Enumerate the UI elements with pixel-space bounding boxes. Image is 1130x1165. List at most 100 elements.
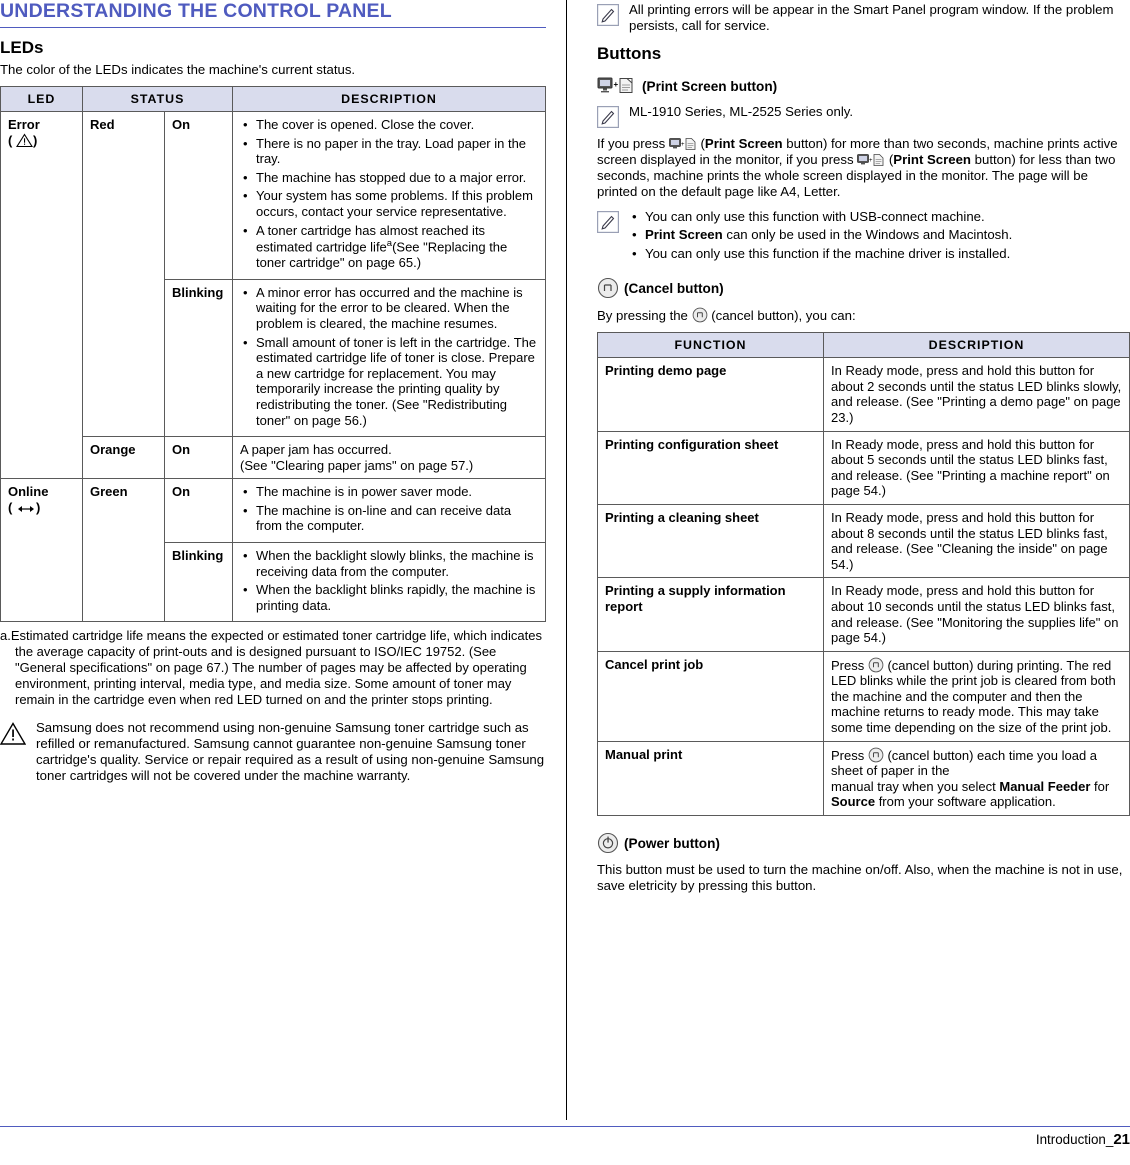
table-row: Orange On A paper jam has occurred. (See…	[1, 436, 546, 480]
print-screen-inline-icon: +	[857, 152, 885, 167]
cancel-function-table: FUNCTION DESCRIPTION Printing demo page …	[597, 332, 1130, 817]
cancel-button-glyph	[597, 278, 619, 299]
cell-status-blinking: Blinking	[164, 278, 233, 438]
cancel-intro-b: (cancel button), you can:	[707, 308, 856, 324]
cell-status-blinking-green: Blinking	[164, 542, 233, 623]
print-screen-paragraph: If you press + (Print Screen button) for…	[597, 136, 1130, 200]
table-header-row: FUNCTION DESCRIPTION	[597, 332, 1130, 359]
desc-bold-1: Manual Feeder	[999, 778, 1091, 794]
bullet-list: The machine is in power saver mode. The …	[240, 484, 538, 534]
list-item: Print Screen can only be used in the Win…	[629, 227, 1012, 243]
led-online-label: Online	[8, 484, 49, 500]
list-item: When the backlight blinks rapidly, the m…	[240, 582, 538, 613]
print-screen-button-label: (Print Screen button)	[642, 78, 778, 94]
cell-status-on: On	[164, 111, 233, 280]
cancel-inline-glyph	[868, 657, 884, 673]
ps-bold-2: Print Screen	[893, 152, 971, 168]
list-item-rest: can only be used in the Windows and Maci…	[722, 227, 1013, 243]
list-item-bold: Print Screen	[645, 227, 723, 243]
list-item: You can only use this function with USB-…	[629, 209, 1012, 225]
warning-triangle-icon: ( )	[8, 132, 38, 148]
desc-a: Press	[831, 657, 868, 673]
cell-led-online: Online ( )	[0, 478, 83, 623]
bullet-list: You can only use this function with USB-…	[629, 209, 1012, 263]
cell-color-orange: Orange	[82, 436, 165, 480]
cell-function-supply-report: Printing a supply information report	[597, 577, 824, 652]
desc-e: from your software application.	[875, 794, 1056, 810]
cancel-intro: By pressing the (cancel button), you can…	[597, 307, 1130, 324]
desc-c: manual tray when you select	[831, 778, 1000, 794]
cell-desc-red-blinking: A minor error has occurred and the machi…	[232, 278, 546, 438]
print-screen-glyph: +	[597, 77, 633, 94]
bullet-list: A minor error has occurred and the machi…	[240, 285, 538, 428]
cell-color-red: Red	[82, 111, 165, 438]
cell-desc-manual-print: Press (cancel button) each time you load…	[823, 740, 1130, 817]
footnote-body: a.Estimated cartridge life means the exp…	[0, 628, 546, 707]
print-screen-icon: +	[597, 76, 637, 96]
right-column: All printing errors will be appear in th…	[597, 0, 1130, 902]
cell-desc-cancel-job: Press (cancel button) during printing. T…	[823, 650, 1130, 742]
cell-function-config-sheet: Printing configuration sheet	[597, 430, 824, 505]
cancel-button-heading: (Cancel button)	[597, 277, 1130, 299]
print-screen-inline-glyph: +	[668, 138, 696, 151]
bullet-list: The cover is opened. Close the cover. Th…	[240, 117, 538, 271]
desc-d: for	[1090, 778, 1110, 794]
svg-text:+: +	[614, 80, 619, 89]
list-item: The machine is on-line and can receive d…	[240, 503, 538, 534]
cell-status-on-green: On	[164, 478, 233, 544]
table-row: Printing configuration sheet In Ready mo…	[597, 430, 1130, 505]
note-icon-glyph	[597, 210, 619, 233]
table-header-row: LED STATUS DESCRIPTION	[0, 86, 546, 113]
print-screen-inline-glyph: +	[857, 154, 884, 167]
note-icon-glyph	[597, 4, 619, 26]
cancel-button-inline-icon	[868, 657, 884, 673]
ps-text-b: (	[696, 136, 705, 152]
svg-text:+: +	[681, 142, 685, 148]
footnote-text: Estimated cartridge life means the expec…	[10, 628, 542, 707]
power-button-text: This button must be used to turn the mac…	[597, 862, 1123, 894]
footer-page-number: 21	[1113, 1131, 1130, 1148]
list-item: There is no paper in the tray. Load pape…	[240, 136, 538, 167]
bullet-list: When the backlight slowly blinks, the ma…	[240, 548, 538, 613]
svg-text:+: +	[869, 158, 873, 164]
list-item: Your system has some problems. If this p…	[240, 188, 538, 219]
table-row: Printing a cleaning sheet In Ready mode,…	[597, 503, 1130, 579]
note-icon-glyph	[597, 106, 619, 129]
cell-color-green: Green	[82, 478, 165, 623]
led-status-table: LED STATUS DESCRIPTION Error () Red On …	[0, 86, 546, 623]
print-screen-conditions-note: You can only use this function with USB-…	[597, 209, 1130, 266]
list-item: The cover is opened. Close the cover.	[240, 117, 538, 133]
th-status: STATUS	[82, 86, 233, 113]
note-pencil-icon	[597, 4, 619, 26]
list-item: You can only use this function if the ma…	[629, 246, 1012, 262]
list-item: Small amount of toner is left in the car…	[240, 335, 538, 429]
list-item: When the backlight slowly blinks, the ma…	[240, 548, 538, 579]
print-screen-inline-icon: +	[668, 136, 697, 151]
online-arrows-icon: ( )	[8, 499, 41, 515]
page: UNDERSTANDING THE CONTROL PANEL LEDs The…	[0, 0, 1130, 1165]
th-function: FUNCTION	[597, 332, 824, 359]
note-pencil-icon	[597, 106, 619, 129]
table-row: Error ( ) Red On The cover	[0, 111, 546, 480]
cancel-button-icon	[597, 277, 619, 299]
footnote: a.Estimated cartridge life means the exp…	[0, 628, 546, 707]
cell-desc-cleaning-sheet: In Ready mode, press and hold this butto…	[823, 503, 1130, 579]
cancel-button-inline-icon	[692, 307, 708, 323]
top-note-text: All printing errors will be appear in th…	[629, 2, 1114, 34]
footer-label: Introduction_	[1035, 1132, 1114, 1147]
cancel-button-inline-icon	[868, 747, 884, 763]
note-pencil-icon	[597, 210, 619, 233]
caution-triangle-glyph	[0, 721, 26, 745]
cell-function-cancel-job: Cancel print job	[597, 650, 824, 742]
cell-desc-red-on: The cover is opened. Close the cover. Th…	[232, 111, 546, 280]
th-description: DESCRIPTION	[232, 86, 546, 113]
print-screen-button-heading: + (Print Screen button)	[597, 76, 1130, 96]
table-row: Online ( ) Green On The ma	[0, 478, 546, 623]
ps-bold-1: Print Screen	[704, 136, 783, 152]
th-led: LED	[0, 86, 83, 113]
warning-note-text: Samsung does not recommend using non-gen…	[36, 719, 545, 784]
table-row: Printing demo page In Ready mode, press …	[597, 357, 1130, 432]
cell-function-manual-print: Manual print	[597, 740, 824, 817]
print-screen-model-note-text: ML-1910 Series, ML-2525 Series only.	[629, 104, 854, 120]
leds-heading: LEDs	[0, 38, 44, 57]
